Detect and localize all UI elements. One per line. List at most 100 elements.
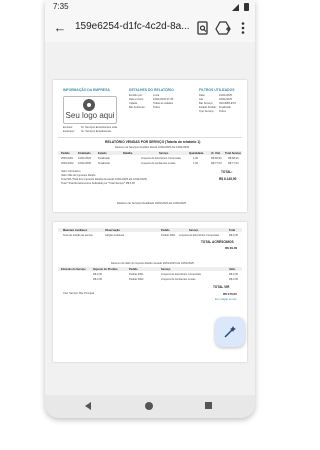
table-cell: Limpeza de Escritórios Comerciais — [161, 273, 201, 276]
detalhe-label: Emitido por: — [129, 94, 143, 97]
column-header: Serviço — [189, 228, 199, 232]
nav-recents-icon[interactable] — [205, 402, 212, 409]
column-header: Detalhe — [123, 151, 133, 155]
total-label: TOTAL: — [221, 170, 233, 174]
table-cell: 1,00 — [193, 162, 199, 165]
column-header: Total Serviço — [225, 151, 242, 155]
table-cell: Adição ambiente — [105, 234, 125, 237]
footnote-left: Cód. Serviço: Bar Principal — [63, 292, 94, 295]
table-cell: 16/01/2025 — [78, 157, 91, 160]
column-header: Pedido — [61, 151, 70, 155]
logo-text: Seu logo aqui — [65, 111, 115, 120]
filtro-value: 16/01/2025 — [219, 94, 232, 97]
column-header: Estado — [98, 151, 107, 155]
relatorio-header: DETALHES DO RELATÓRIO — [129, 88, 174, 92]
table-cell: Limpeza de Escritórios Comerciais — [179, 234, 219, 237]
note-text: Total *Total Recebimentos Solicitado por… — [61, 182, 135, 185]
status-bar: 7:35 — [45, 0, 255, 14]
filtro-value: 16/01/2025 — [219, 98, 232, 101]
empresa-value: Av. Serviços Ecoeficientes — [81, 130, 112, 133]
table-cell: Taxa de adição de serviço — [63, 234, 93, 237]
app-bar: ← 159e6254-d1fc-4c2d-8a... — [45, 14, 255, 43]
nav-back-icon[interactable] — [85, 402, 91, 410]
empresa-value: Dr. Serviços Ecoeficientes Ltda — [81, 126, 117, 129]
more-vert-icon[interactable] — [235, 20, 251, 36]
column-header: Quantidade — [189, 151, 204, 155]
note-text: Valor Não de Impostos Retido — [61, 174, 96, 177]
back-arrow-icon[interactable]: ← — [51, 19, 69, 37]
column-header: Pedido — [161, 228, 170, 232]
column-header: Serviço — [161, 267, 171, 271]
status-time: 7:35 — [53, 2, 69, 11]
filtro-label: Até: — [199, 98, 204, 101]
table-cell: Pedido 0001 — [161, 234, 176, 237]
table-cell: R$ 68,90 — [211, 157, 222, 160]
total-acrescimos-label: TOTAL ACRÉSCIMOS — [201, 240, 234, 244]
filtro-label: Data: — [199, 94, 206, 97]
total-vir-value: R$ 270,00 — [223, 292, 237, 296]
column-header: Imposto do Produto — [93, 267, 118, 271]
section-b-title: Resumo do Valor do Imposto Retido Gerado… — [111, 262, 194, 265]
table-cell: Limpeza de Ambientes Locais — [161, 278, 196, 281]
note-text: Total NR (Total dos Impostos Retidos Emi… — [61, 178, 147, 181]
detalhe-value: Luiza — [153, 94, 160, 97]
empresa-label: Endereço: — [63, 130, 75, 133]
table-cell: R$ 68,90 — [228, 157, 239, 160]
gear-icon — [83, 99, 95, 111]
empresa-header: INFORMAÇÃO DA EMPRESA — [63, 88, 110, 92]
page-footer: Relatório de Serviços Detalhado 16/01/20… — [117, 202, 186, 205]
table-cell: Pedido 0001 — [129, 273, 144, 276]
column-header: Valor — [229, 267, 236, 271]
document-title: 159e6254-d1fc-4c2d-8a... — [75, 21, 190, 32]
table-cell: R$ 0,00 — [93, 273, 103, 276]
table-cell: R$ 77,00 — [211, 162, 222, 165]
phone-screen: 7:35 ← 159e6254-d1fc-4c2d-8a... INFORMAÇ… — [45, 0, 255, 418]
filtro-value: Todos — [219, 110, 226, 113]
detalhe-value: Todas as cidades — [153, 102, 174, 105]
fab-button[interactable] — [215, 317, 245, 347]
detalhe-label: Cidade: — [129, 102, 138, 105]
total-value: R$ 6.145,90 — [219, 177, 237, 181]
detalhe-value: 16/01/2025 07:35 — [153, 98, 174, 101]
column-header: Finalizado — [78, 151, 91, 155]
total-acrescimos-value: R$ 39,00 — [225, 246, 238, 250]
divider — [58, 137, 242, 138]
column-header: Total — [229, 228, 236, 232]
table-cell: R$ 77,00 — [228, 162, 239, 165]
column-header: Emissão do Serviço — [61, 267, 86, 271]
note-text: Valor Informativo — [61, 170, 81, 173]
pdf-page-1: INFORMAÇÃO DA EMPRESA DETALHES DO RELATÓ… — [53, 80, 247, 212]
table-cell: R$ 0,00 — [229, 278, 239, 281]
table-cell: Limpeza de Ambientes Locais — [141, 162, 176, 165]
detalhe-label: Data e Hora: — [129, 98, 144, 101]
report-title: RELATÓRIO VENDAS POR SERVIÇO (Tabela do … — [105, 140, 201, 144]
document-search-icon[interactable] — [195, 20, 211, 36]
table-cell: Finalizado — [98, 162, 110, 165]
table-cell: 1,00 — [193, 157, 199, 160]
filtro-value: Finalizado — [219, 106, 231, 109]
table-cell: 2025-0001 — [61, 157, 74, 160]
table-cell: 2025-0002 — [61, 162, 74, 165]
nav-home-icon[interactable] — [145, 402, 153, 410]
filtro-label: Tipo Serviço: — [199, 110, 215, 113]
column-header: Vr. Unit. — [211, 151, 221, 155]
footnote-right: Em relação ao tipo — [215, 298, 237, 301]
detalhe-value: Todos — [153, 106, 160, 109]
table-cell: R$ 0,00 — [229, 234, 239, 237]
total-vir-label: TOTAL VIR — [213, 285, 230, 289]
company-logo: Seu logo aqui — [63, 96, 117, 124]
table-cell: R$ 0,00 — [229, 273, 239, 276]
column-header: Pedido — [129, 267, 138, 271]
filtro-label: Estado Pedido: — [199, 106, 217, 109]
filtro-label: Bar Serviço: — [199, 102, 214, 105]
table-cell: R$ 0,00 — [93, 278, 103, 281]
signal-icon — [232, 4, 239, 11]
filtros-header: FILTROS UTILIZADOS — [199, 88, 235, 92]
battery-icon — [244, 3, 249, 11]
table-cell: Pedido 0002 — [129, 278, 144, 281]
section-title: Resumo de Serviços Pedidos Desde 16/01/2… — [115, 146, 190, 149]
column-header: Materiais Auxiliares — [63, 228, 88, 232]
add-to-drive-icon[interactable] — [215, 20, 231, 36]
column-header: Observação — [105, 228, 120, 232]
table-cell: Finalizado — [98, 157, 110, 160]
